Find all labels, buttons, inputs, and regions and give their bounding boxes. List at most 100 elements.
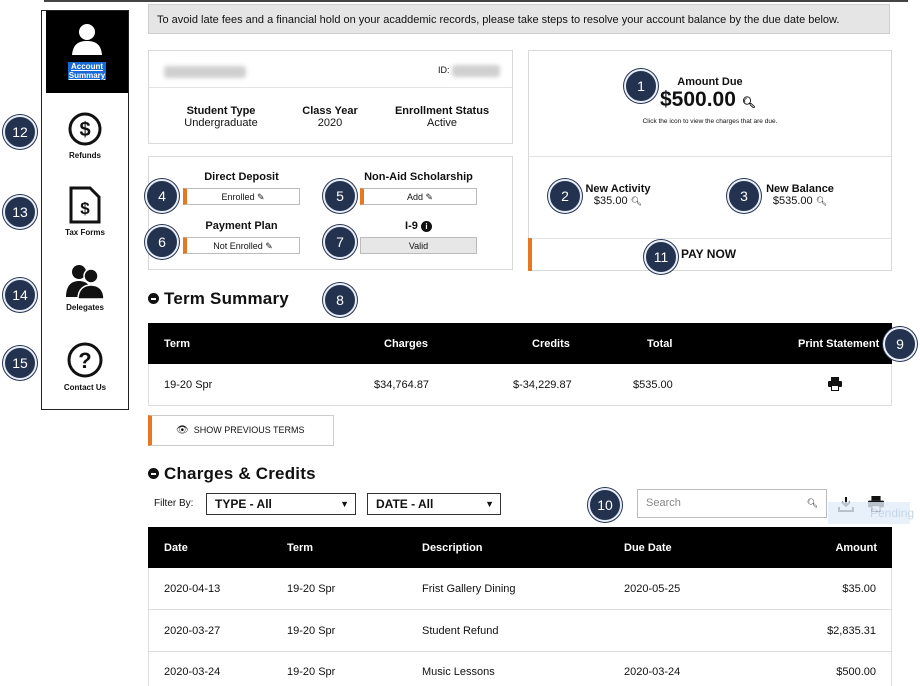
cell-term: 19-20 Spr [287, 625, 336, 637]
class-year-value: 2020 [317, 117, 343, 129]
dollar-circle-icon: $ [68, 112, 102, 146]
document-dollar-icon: $ [69, 186, 101, 224]
nav-contact-us-label: Contact Us [63, 383, 107, 392]
direct-deposit-button[interactable]: Enrolled ✎ [183, 188, 300, 205]
student-type-value: Undergraduate [184, 117, 258, 129]
svg-text:$: $ [79, 119, 90, 141]
date-filter-select[interactable]: DATE - All ▼ [367, 493, 501, 515]
charges-header-row: Date Term Description Due Date Amount [148, 527, 892, 568]
pending-overlay: Pending [828, 502, 914, 524]
class-year-label: Class Year [302, 105, 358, 117]
new-balance: New Balance $535.00 🔍︎ [758, 183, 842, 207]
payment-plan-label: Payment Plan [205, 220, 278, 232]
non-aid-scholarship-button[interactable]: Add ✎ [360, 188, 477, 205]
view-charges-icon[interactable]: 🔍︎ [742, 97, 756, 109]
i9-status: Valid [360, 237, 477, 254]
amount-due-label: Amount Due [677, 76, 743, 88]
nav-account-summary[interactable]: Account Summary [46, 11, 128, 93]
show-previous-terms-label: SHOW PREVIOUS TERMS [193, 425, 305, 435]
cell-date: 2020-03-27 [164, 625, 221, 637]
amount-due-value: $500.00 🔍︎ [660, 88, 756, 112]
non-aid-scholarship-value: Add [406, 192, 423, 202]
nav-tax-forms-label: Tax Forms [65, 228, 105, 237]
divider [529, 238, 891, 239]
enrollment-status: Enrollment Status Active [387, 105, 497, 129]
callout-12: 12 [3, 115, 37, 149]
cell-date: 2020-03-24 [164, 666, 221, 678]
collapse-icon[interactable] [148, 293, 159, 304]
eye-icon: 👁︎ [176, 425, 189, 436]
cell-amount: $500.00 [836, 666, 876, 678]
charges-credits-title: Charges & Credits [164, 464, 316, 483]
cell-date: 2020-04-13 [164, 583, 221, 595]
person-icon [72, 24, 102, 55]
student-id-redacted [452, 65, 500, 77]
callout-7: 7 [323, 225, 357, 259]
table-row: 2020-04-13 19-20 Spr Frist Gallery Dinin… [148, 568, 892, 610]
view-activity-icon[interactable]: 🔍︎ [631, 196, 642, 206]
cell-credits: $-34,229.87 [513, 379, 572, 391]
print-statement-icon[interactable] [828, 377, 842, 391]
header-date: Date [164, 542, 188, 554]
cell-total: $535.00 [633, 379, 673, 391]
student-type-label: Student Type [186, 105, 256, 117]
table-row: 19-20 Spr $34,764.87 $-34,229.87 $535.00 [148, 364, 892, 406]
search-icon[interactable]: 🔍︎ [807, 490, 818, 517]
callout-10: 10 [588, 488, 622, 522]
people-icon [66, 265, 105, 300]
cell-term: 19-20 Spr [164, 379, 213, 391]
pencil-icon: ✎ [425, 192, 434, 202]
payment-plan-button[interactable]: Not Enrolled ✎ [183, 237, 300, 254]
nav-contact-us[interactable]: ? Contact Us [42, 341, 128, 392]
cell-amount: $35.00 [842, 583, 876, 595]
new-activity-label: New Activity [585, 183, 651, 195]
info-icon[interactable]: i [420, 221, 432, 232]
callout-11: 11 [644, 240, 678, 274]
direct-deposit-value: Enrolled [221, 192, 255, 202]
cell-term: 19-20 Spr [287, 583, 336, 595]
nav-delegates-label: Delegates [66, 303, 104, 312]
svg-text:$: $ [80, 199, 90, 218]
header-description: Description [422, 542, 483, 554]
amount-due-number: $500.00 [660, 88, 736, 111]
table-row: 2020-03-27 19-20 Spr Student Refund $2,8… [148, 610, 892, 652]
callout-1: 1 [624, 69, 658, 103]
view-balance-icon[interactable]: 🔍︎ [816, 196, 827, 206]
search-input[interactable]: Search 🔍︎ [637, 489, 827, 518]
callout-9: 9 [883, 327, 917, 361]
nav-account-summary-label: Account Summary [68, 62, 106, 80]
pay-now-button[interactable]: PAY NOW [681, 247, 736, 261]
i9-label-text: I-9 [405, 220, 418, 232]
show-previous-terms-button[interactable]: 👁︎ SHOW PREVIOUS TERMS [148, 415, 334, 446]
pending-overlay-text: Pending [870, 506, 915, 520]
amount-due-hint: Click the icon to view the charges that … [642, 118, 778, 125]
nav-refunds[interactable]: $ Refunds [42, 111, 128, 160]
new-balance-value: $535.00 [772, 195, 813, 207]
callout-4: 4 [145, 179, 179, 213]
callout-15: 15 [3, 346, 37, 380]
callout-3: 3 [727, 179, 761, 213]
header-amount: Amount [835, 542, 877, 554]
collapse-icon[interactable] [148, 468, 159, 479]
callout-5: 5 [323, 179, 357, 213]
enrollment-status-label: Enrollment Status [394, 105, 490, 117]
class-year: Class Year 2020 [295, 105, 365, 129]
cell-term: 19-20 Spr [287, 666, 336, 678]
type-filter-value: TYPE - All [215, 497, 272, 511]
nav-delegates[interactable]: Delegates [42, 263, 128, 312]
term-summary-heading[interactable]: Term Summary [148, 289, 289, 309]
callout-14: 14 [3, 278, 37, 312]
cell-amount: $2,835.31 [827, 625, 876, 637]
divider [149, 87, 512, 88]
non-aid-scholarship-label: Non-Aid Scholarship [364, 171, 473, 183]
chevron-down-icon: ▼ [340, 499, 349, 509]
header-credits: Credits [532, 338, 570, 350]
chevron-down-icon: ▼ [485, 499, 494, 509]
header-term: Term [164, 338, 191, 350]
left-nav: Account Summary $ Refunds $ Tax Forms De… [41, 10, 129, 410]
nav-tax-forms[interactable]: $ Tax Forms [42, 186, 128, 237]
type-filter-select[interactable]: TYPE - All ▼ [206, 493, 356, 515]
callout-2: 2 [548, 179, 582, 213]
charges-credits-heading[interactable]: Charges & Credits [148, 464, 316, 484]
student-name-redacted [164, 66, 246, 78]
